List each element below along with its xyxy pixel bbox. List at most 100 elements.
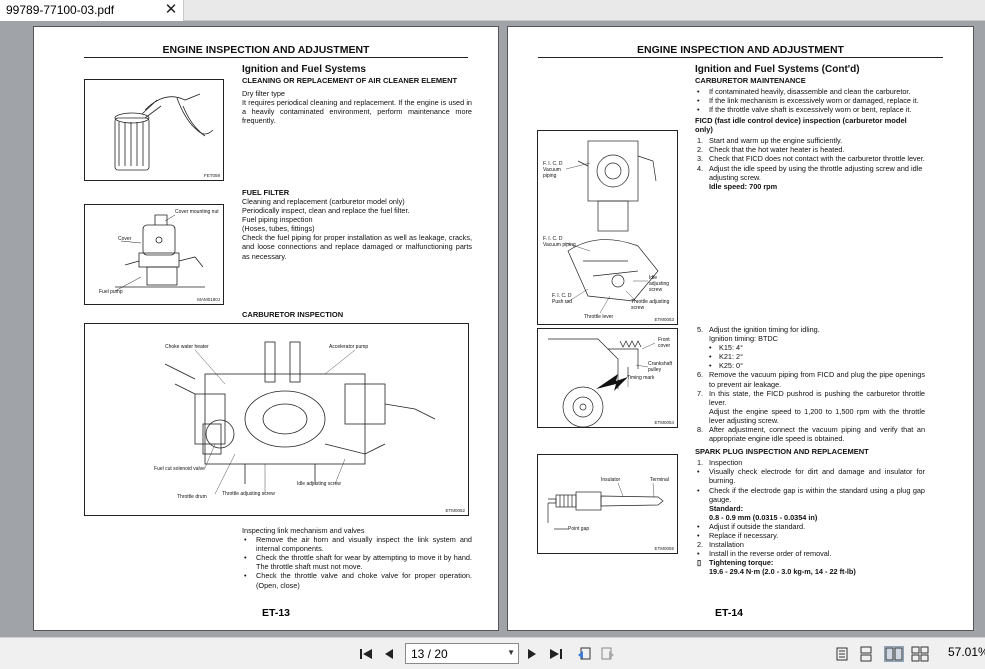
fuel-pump-figure: Cover mounting nut Cover Fuel pump MAM01… — [84, 204, 224, 305]
last-page-icon[interactable] — [548, 646, 564, 662]
timing-label: Ignition timing: BTDC — [709, 334, 778, 344]
idle-screw-label: screw — [649, 287, 663, 293]
terminal-label: Terminal — [650, 477, 669, 483]
fuel-filter-line: Check the fuel piping for proper install… — [242, 233, 472, 261]
idle-speed-spec: Idle speed: 700 rpm — [709, 181, 778, 191]
torque-label: ▯ Tightening torque: — [697, 558, 774, 568]
back-view-icon[interactable] — [576, 646, 592, 662]
figure-code: ETM0053 — [654, 317, 674, 322]
figure-code: FET059 — [203, 173, 220, 178]
vacuum-piping-label: Vacuum piping — [543, 242, 576, 248]
page-et-14: ENGINE INSPECTION AND ADJUSTMENT Ignitio… — [507, 26, 974, 631]
next-page-icon[interactable] — [524, 646, 540, 662]
carb-maintenance-heading: CARBURETOR MAINTENANCE — [695, 76, 806, 85]
spark-plug-heading: SPARK PLUG INSPECTION AND REPLACEMENT — [695, 447, 869, 457]
timing-spec: • K21: 2° — [709, 352, 744, 362]
throttle-lever-label: Throttle lever — [584, 314, 614, 320]
accelerator-pump-label: Accelerator pump — [329, 344, 369, 350]
standard-value: 0.8 - 0.9 mm (0.0315 - 0.0354 in) — [709, 512, 818, 522]
push-rod-label: Push rod — [552, 299, 573, 305]
air-cleaner-figure: FET059 — [84, 79, 224, 181]
air-cleaner-body: It requires periodical cleaning and repl… — [242, 98, 472, 126]
link-bullet: • Check the throttle valve and choke valv… — [244, 571, 472, 590]
figure-code: MAM0180J — [197, 297, 220, 302]
section-title: Ignition and Fuel Systems (Cont'd) — [695, 64, 860, 75]
close-tab-icon[interactable]: ✕ — [163, 1, 179, 19]
throttle-screw-label: screw — [631, 305, 645, 311]
choke-water-heater-label: Choke water heater — [165, 344, 209, 350]
continuous-view-icon[interactable] — [858, 646, 874, 662]
cover-mounting-nut-label: Cover mounting nut — [175, 209, 219, 215]
spark-step: 2. Installation — [697, 540, 744, 550]
carburetor-inspection-heading: CARBURETOR INSPECTION — [242, 310, 344, 319]
ficd-heading: FICD (fast idle control device) inspecti… — [695, 116, 907, 135]
fuel-filter-line: (Hoses, tubes, fittings) — [242, 224, 315, 234]
air-cleaner-heading: CLEANING OR REPLACEMENT OF AIR CLEANER E… — [242, 76, 458, 85]
tab-title: 99789-77100-03.pdf — [6, 3, 115, 17]
timing-step-note: Adjust the engine speed to 1,200 to 1,50… — [709, 406, 925, 425]
fuel-pump-label: Fuel pump — [99, 289, 123, 295]
fuel-filter-line: Fuel piping inspection — [242, 215, 313, 225]
page-number-value: 13 / 20 — [411, 647, 448, 661]
timing-illustration — [548, 338, 656, 428]
standard-label: Standard: — [709, 503, 744, 513]
navigation-toolbar: 13 / 20 ▼ 57.01% — [0, 637, 985, 669]
spark-bullet: • Check if the electrode gap is within th… — [697, 485, 925, 504]
ficd-figure: F. I. C. D Vacuum piping F. I. C. D Vacu… — [537, 130, 678, 325]
spark-bullet: • Install in the reverse order of removal… — [697, 549, 832, 559]
timing-step: 8. After adjustment, connect the vacuum p… — [697, 425, 925, 444]
carburetor-illustration — [164, 341, 436, 495]
timing-spec: • K25: 0° — [709, 361, 744, 371]
ficd-step: 4. Adjust the idle speed by using the thr… — [697, 163, 923, 182]
spark-plug-figure: Insulator Terminal Point gap ETM0055 — [537, 454, 678, 554]
ficd-step: 3. Check that FICD does not contact with … — [697, 154, 925, 164]
timing-step: 5. Adjust the ignition timing for idling. — [697, 325, 820, 334]
idle-adjusting-screw-label: Idle adjusting screw — [297, 481, 341, 487]
fuel-filter-line: Cleaning and replacement (carburetor mod… — [242, 197, 405, 206]
carb-maint-bullet: • If the link mechanism is excessively wo… — [697, 96, 919, 106]
page-number: ET-14 — [715, 607, 744, 619]
insulator-label: Insulator — [601, 477, 621, 483]
header-rule — [538, 57, 943, 58]
document-viewer[interactable]: ENGINE INSPECTION AND ADJUSTMENT FET059 … — [0, 21, 985, 637]
spark-step: 1. Inspection — [697, 458, 743, 468]
carburetor-figure: Choke water heater Accelerator pump Fuel… — [84, 323, 469, 516]
piping-label: piping — [543, 173, 557, 179]
carb-maint-bullet: • If the throttle valve shaft is excessiv… — [697, 105, 912, 115]
spark-plug-illustration — [547, 482, 664, 530]
facing-view-icon[interactable] — [884, 646, 904, 662]
link-intro: Inspecting link mechanism and valves — [242, 526, 365, 535]
figure-code: ETM0054 — [654, 420, 674, 425]
page-header: ENGINE INSPECTION AND ADJUSTMENT — [162, 44, 370, 56]
previous-page-icon[interactable] — [381, 646, 397, 662]
single-page-view-icon[interactable] — [834, 646, 850, 662]
pulley-label: pulley — [648, 367, 662, 373]
zoom-level[interactable]: 57.01% — [948, 645, 985, 659]
air-cleaner-illustration — [114, 93, 214, 171]
ficd-step: 1. Start and warm up the engine sufficien… — [697, 136, 843, 146]
carb-maint-bullet: • If contaminated heavily, disassemble an… — [697, 87, 911, 96]
link-bullet: • Remove the air horn and visually inspec… — [244, 535, 472, 554]
document-tab[interactable]: 99789-77100-03.pdf ✕ — [0, 0, 184, 21]
forward-view-icon[interactable] — [600, 646, 616, 662]
fuel-filter-heading: FUEL FILTER — [242, 188, 290, 197]
torque-icon: ▯ — [697, 558, 702, 568]
timing-figure: Front cover Crankshaft pulley Timing mar… — [537, 328, 678, 428]
timing-step: 7. In this state, the FICD pushrod is pus… — [697, 388, 925, 407]
fuel-cut-solenoid-label: Fuel cut solenoid valve — [154, 466, 205, 472]
page-number-field[interactable]: 13 / 20 ▼ — [405, 643, 519, 664]
continuous-facing-view-icon[interactable] — [910, 646, 930, 662]
timing-step: 6. Remove the vacuum piping from FICD and… — [697, 370, 925, 389]
figure-code: ETM0052 — [445, 508, 465, 513]
first-page-icon[interactable] — [358, 646, 374, 662]
ficd-step: 2. Check that the hot water heater is hea… — [697, 145, 845, 155]
throttle-drum-label: Throttle drum — [177, 494, 207, 500]
page-header: ENGINE INSPECTION AND ADJUSTMENT — [637, 44, 844, 56]
section-title: Ignition and Fuel Systems — [242, 64, 366, 75]
header-rule — [84, 57, 468, 58]
torque-value: 19.6 - 29.4 N·m (2.0 - 3.0 kg-m, 14 - 22… — [709, 567, 856, 577]
spark-bullet: • Replace if necessary. — [697, 530, 779, 540]
spark-bullet: • Visually check electrode for dirt and d… — [697, 467, 925, 486]
tab-bar: 99789-77100-03.pdf ✕ — [0, 0, 985, 21]
chevron-down-icon[interactable]: ▼ — [507, 648, 515, 657]
